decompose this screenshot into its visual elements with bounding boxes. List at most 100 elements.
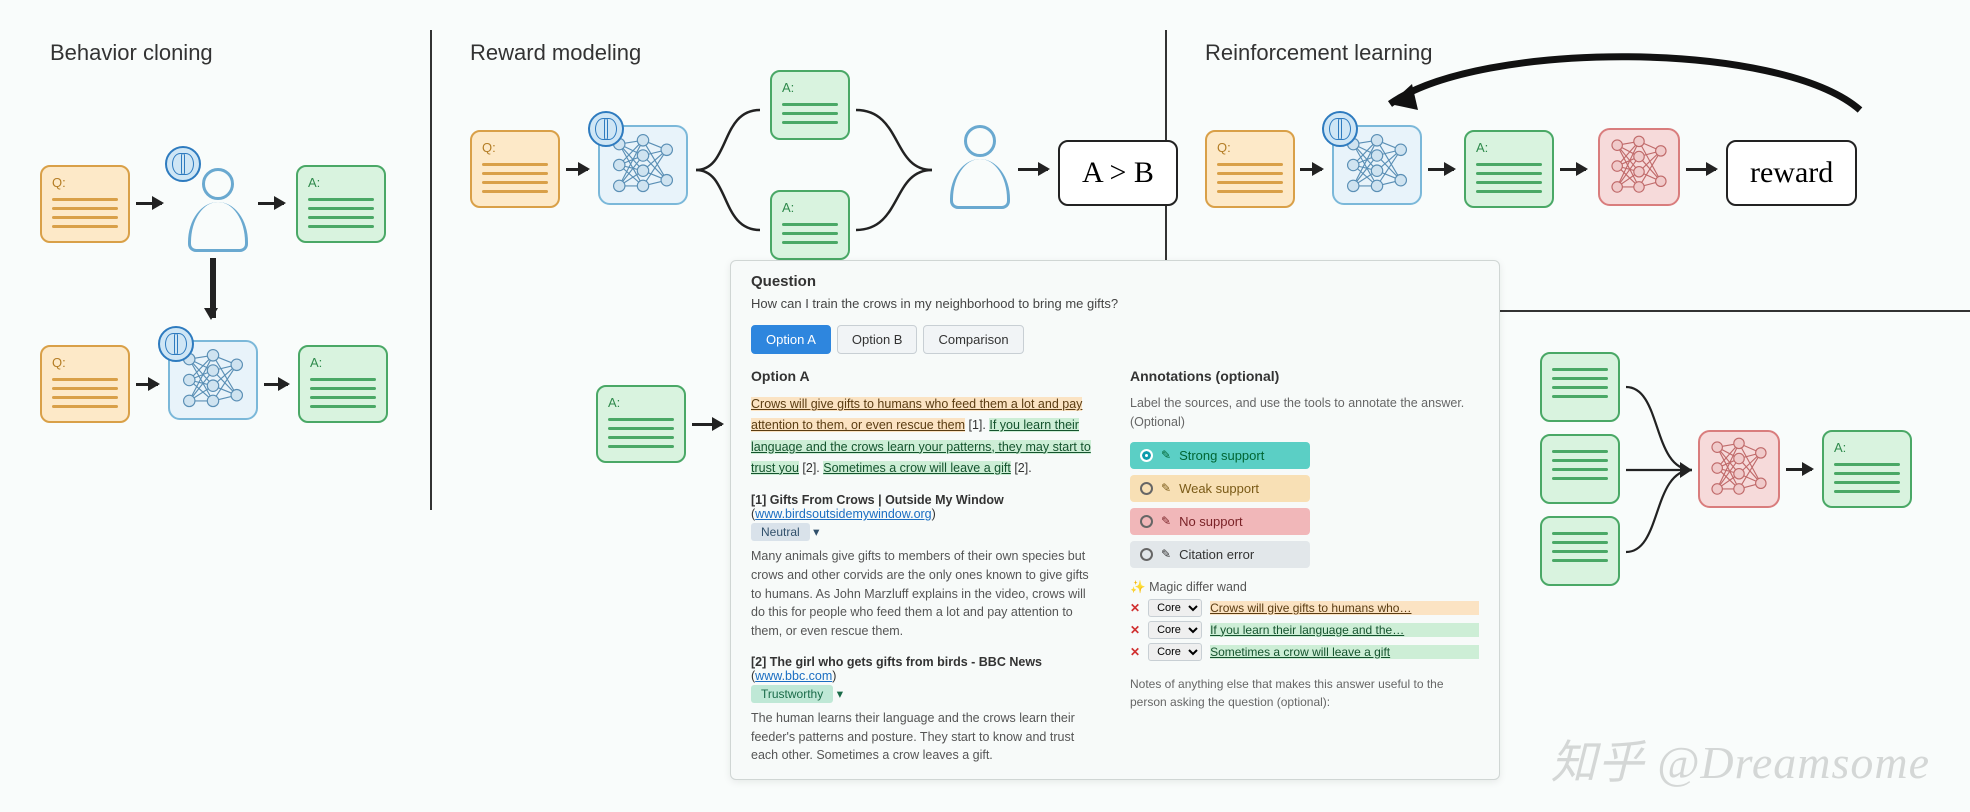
pencil-icon: ✎	[1161, 514, 1171, 528]
source-1-title: [1] Gifts From Crows | Outside My Window	[751, 493, 1100, 507]
question-heading: Question	[751, 273, 1479, 290]
answer-segment-3[interactable]: Sometimes a crow will leave a gift	[823, 461, 1011, 475]
globe-icon	[588, 111, 624, 147]
bc-human-browser	[175, 160, 255, 250]
arrow-icon	[1686, 168, 1716, 171]
human-icon	[183, 168, 253, 258]
arrow-icon	[692, 423, 722, 426]
globe-icon	[158, 326, 194, 362]
remove-snippet-button[interactable]: ✕	[1130, 601, 1140, 615]
pencil-icon: ✎	[1161, 448, 1171, 462]
divider-3	[1500, 310, 1970, 312]
tab-comparison[interactable]: Comparison	[923, 325, 1023, 354]
source-2-badge[interactable]: Trustworthy	[751, 685, 833, 703]
rm-train-out: A:	[1822, 430, 1912, 508]
annotation-panel: Question How can I train the crows in my…	[730, 260, 1500, 780]
arrow-icon	[1018, 168, 1048, 171]
arrow-icon	[1428, 168, 1454, 171]
rl-reward-model	[1598, 128, 1680, 206]
snippet-type-select[interactable]: Core	[1148, 643, 1202, 661]
rm-a-top: A:	[770, 70, 850, 140]
divider-1	[430, 30, 432, 510]
answer-text: Crows will give gifts to humans who feed…	[751, 394, 1100, 479]
snippet-3-text[interactable]: Sometimes a crow will leave a gift	[1210, 645, 1479, 659]
feedback-arrow-icon	[1360, 40, 1880, 140]
source-1-link[interactable]: www.birdsoutsidemywindow.org	[755, 507, 931, 521]
rl-agent	[1332, 125, 1422, 205]
thick-arrow-down-icon	[210, 258, 216, 318]
reward-label: reward	[1726, 140, 1857, 206]
source-2-title: [2] The girl who gets gifts from birds -…	[751, 655, 1100, 669]
remove-snippet-button[interactable]: ✕	[1130, 645, 1140, 659]
watermark: 知乎 @Dreamsome	[1551, 726, 1930, 792]
rl-q: Q:	[1205, 130, 1295, 208]
source-1-body: Many animals give gifts to members of th…	[751, 547, 1100, 641]
rm-train-a1	[1540, 352, 1620, 422]
snippet-1-text[interactable]: Crows will give gifts to humans who…	[1210, 601, 1479, 615]
rm-q: Q:	[470, 130, 560, 208]
source-1: [1] Gifts From Crows | Outside My Window…	[751, 493, 1100, 641]
bc-agent	[168, 340, 258, 420]
pencil-icon: ✎	[1161, 481, 1171, 495]
label-reward-modeling: Reward modeling	[470, 40, 641, 66]
neural-net-icon	[1600, 130, 1678, 204]
radio-icon	[1140, 548, 1153, 561]
rl-a: A:	[1464, 130, 1554, 208]
citation-error-button[interactable]: ✎ Citation error	[1130, 541, 1310, 568]
notes-label: Notes of anything else that makes this a…	[1130, 675, 1479, 711]
neural-net-icon	[1700, 432, 1778, 506]
option-tabs: Option A Option B Comparison	[751, 325, 1479, 354]
radio-icon	[1140, 515, 1153, 528]
arrow-icon	[264, 383, 288, 386]
snippet-type-select[interactable]: Core	[1148, 621, 1202, 639]
arrow-icon	[258, 202, 284, 205]
source-2: [2] The girl who gets gifts from birds -…	[751, 655, 1100, 765]
rm-a-bot: A:	[770, 190, 850, 260]
arrow-icon	[136, 383, 158, 386]
rm-train-a3	[1540, 516, 1620, 586]
tab-option-a[interactable]: Option A	[751, 325, 831, 354]
arrow-icon	[1560, 168, 1586, 171]
pencil-icon: ✎	[1161, 547, 1171, 561]
question-text: How can I train the crows in my neighbor…	[751, 296, 1479, 311]
magic-wand-label[interactable]: ✨ Magic differ wand	[1130, 580, 1479, 595]
remove-snippet-button[interactable]: ✕	[1130, 623, 1140, 637]
rm-train-model	[1698, 430, 1780, 508]
rm-agent	[598, 125, 688, 205]
bc-a2: A:	[298, 345, 388, 423]
annotations-heading: Annotations (optional)	[1130, 368, 1479, 384]
label-behavior-cloning: Behavior cloning	[50, 40, 213, 66]
chevron-down-icon[interactable]: ▾	[813, 525, 819, 539]
radio-icon	[1140, 449, 1153, 462]
snippet-row-1: ✕ Core Crows will give gifts to humans w…	[1130, 599, 1479, 617]
source-2-body: The human learns their language and the …	[751, 709, 1100, 765]
annotations-column: Annotations (optional) Label the sources…	[1130, 368, 1479, 765]
arrow-icon	[1300, 168, 1322, 171]
snippet-row-3: ✕ Core Sometimes a crow will leave a gif…	[1130, 643, 1479, 661]
chevron-down-icon[interactable]: ▾	[837, 687, 843, 701]
arrow-icon	[566, 168, 588, 171]
radio-icon	[1140, 482, 1153, 495]
arrow-icon	[136, 202, 162, 205]
tab-option-b[interactable]: Option B	[837, 325, 918, 354]
weak-support-button[interactable]: ✎ Weak support	[1130, 475, 1310, 502]
snippet-row-2: ✕ Core If you learn their language and t…	[1130, 621, 1479, 639]
wand-icon: ✨	[1130, 580, 1146, 594]
label-reinforcement-learning: Reinforcement learning	[1205, 40, 1432, 66]
bc-q2: Q:	[40, 345, 130, 423]
source-2-link[interactable]: www.bbc.com	[755, 669, 832, 683]
no-support-button[interactable]: ✎ No support	[1130, 508, 1310, 535]
rm-train-a2	[1540, 434, 1620, 504]
option-a-column: Option A Crows will give gifts to humans…	[751, 368, 1100, 765]
bc-q1: Q:	[40, 165, 130, 243]
rm-human-icon	[945, 125, 1015, 215]
rm-a-single: A:	[596, 385, 686, 463]
preference-label: A > B	[1058, 140, 1178, 206]
snippet-2-text[interactable]: If you learn their language and the…	[1210, 623, 1479, 637]
globe-icon	[1322, 111, 1358, 147]
strong-support-button[interactable]: ✎ Strong support	[1130, 442, 1310, 469]
option-a-heading: Option A	[751, 368, 1100, 384]
annotations-note: Label the sources, and use the tools to …	[1130, 394, 1479, 432]
source-1-badge[interactable]: Neutral	[751, 523, 810, 541]
snippet-type-select[interactable]: Core	[1148, 599, 1202, 617]
